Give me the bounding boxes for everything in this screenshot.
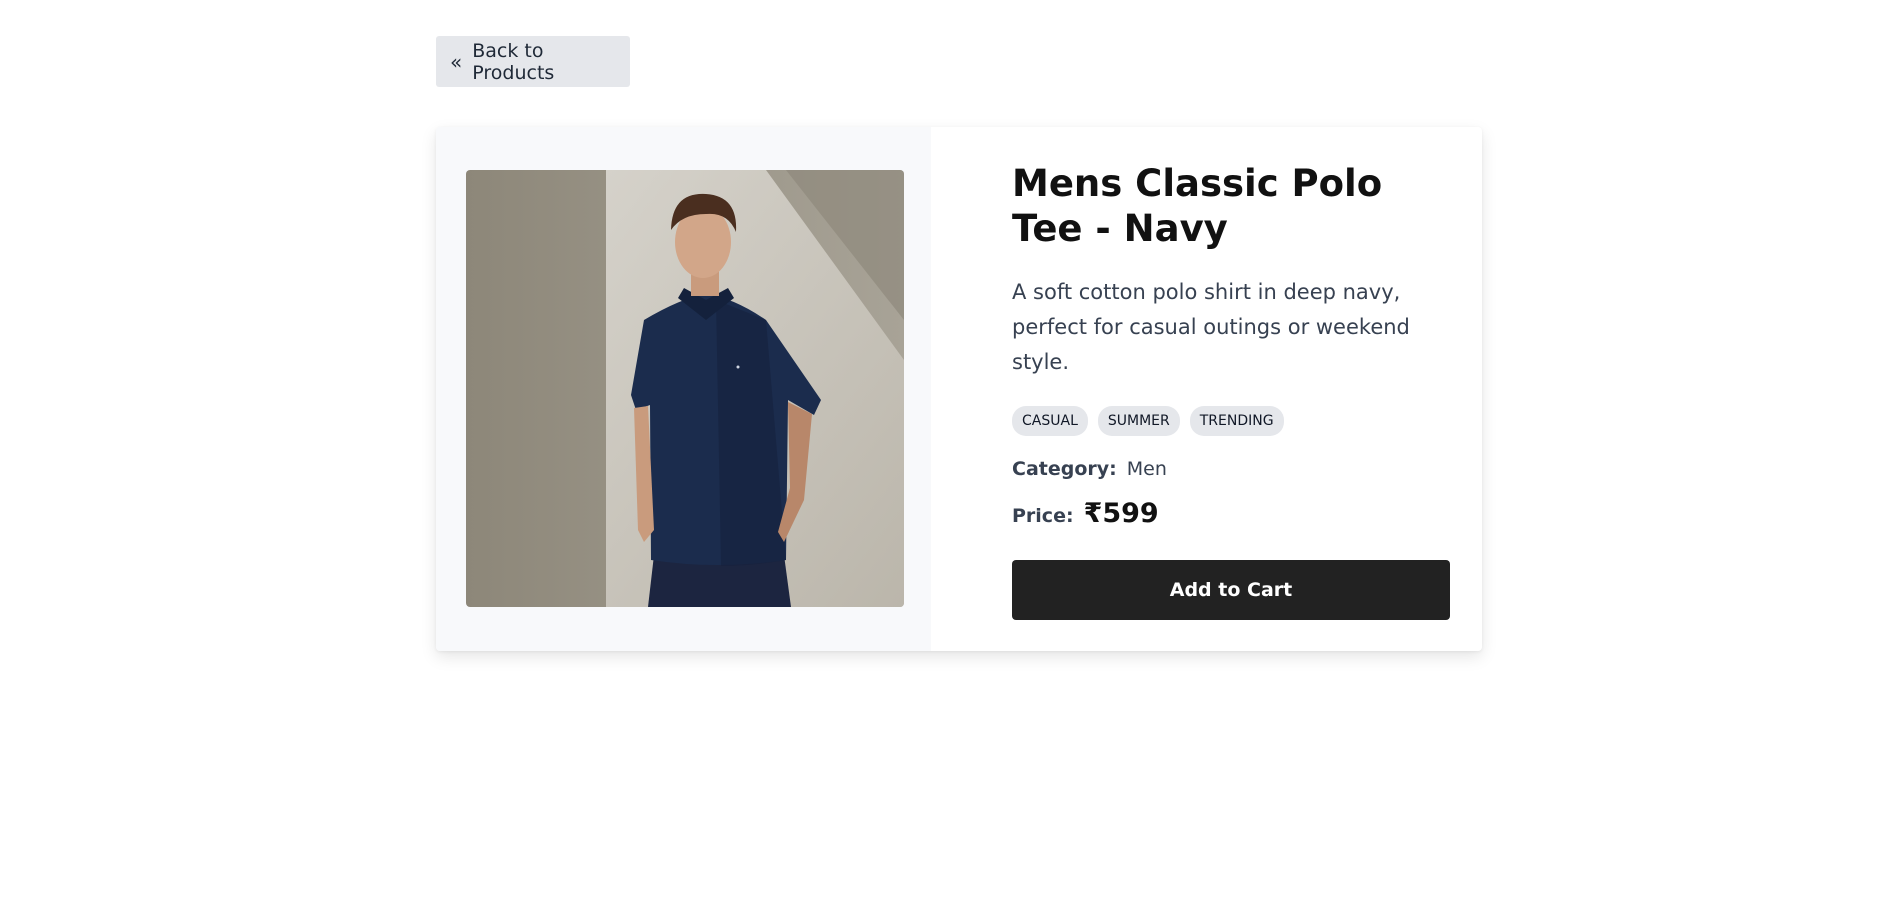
product-image-panel [436,127,931,651]
price-label: Price: [1012,505,1074,527]
double-chevron-left-icon: « [450,49,463,74]
product-title: Mens Classic Polo Tee - Navy [1012,162,1383,250]
tag-badge: TRENDING [1189,406,1284,436]
add-to-cart-button[interactable]: Add to Cart [1012,560,1450,620]
back-button-label: Back to Products [472,39,555,84]
category-value: Men [1126,458,1167,480]
product-tags: CASUAL SUMMER TRENDING [1012,406,1452,436]
tag-badge: SUMMER [1097,406,1180,436]
price-row: Price: ₹599 [1012,498,1452,529]
back-to-products-button[interactable]: « Back to Products [436,36,630,87]
product-detail-page: « Back to Products Mens Classic Polo Tee… [0,0,1904,910]
product-info: Mens Classic Polo Tee - Navy A soft cott… [931,127,1482,651]
tag-badge: CASUAL [1012,406,1088,436]
product-description: A soft cotton polo shirt in deep navy, p… [1012,280,1410,374]
price-value: ₹599 [1083,498,1159,529]
product-card: Mens Classic Polo Tee - Navy A soft cott… [436,127,1482,651]
category-row: Category: Men [1012,458,1452,480]
category-label: Category: [1012,458,1117,480]
product-image [466,170,904,607]
